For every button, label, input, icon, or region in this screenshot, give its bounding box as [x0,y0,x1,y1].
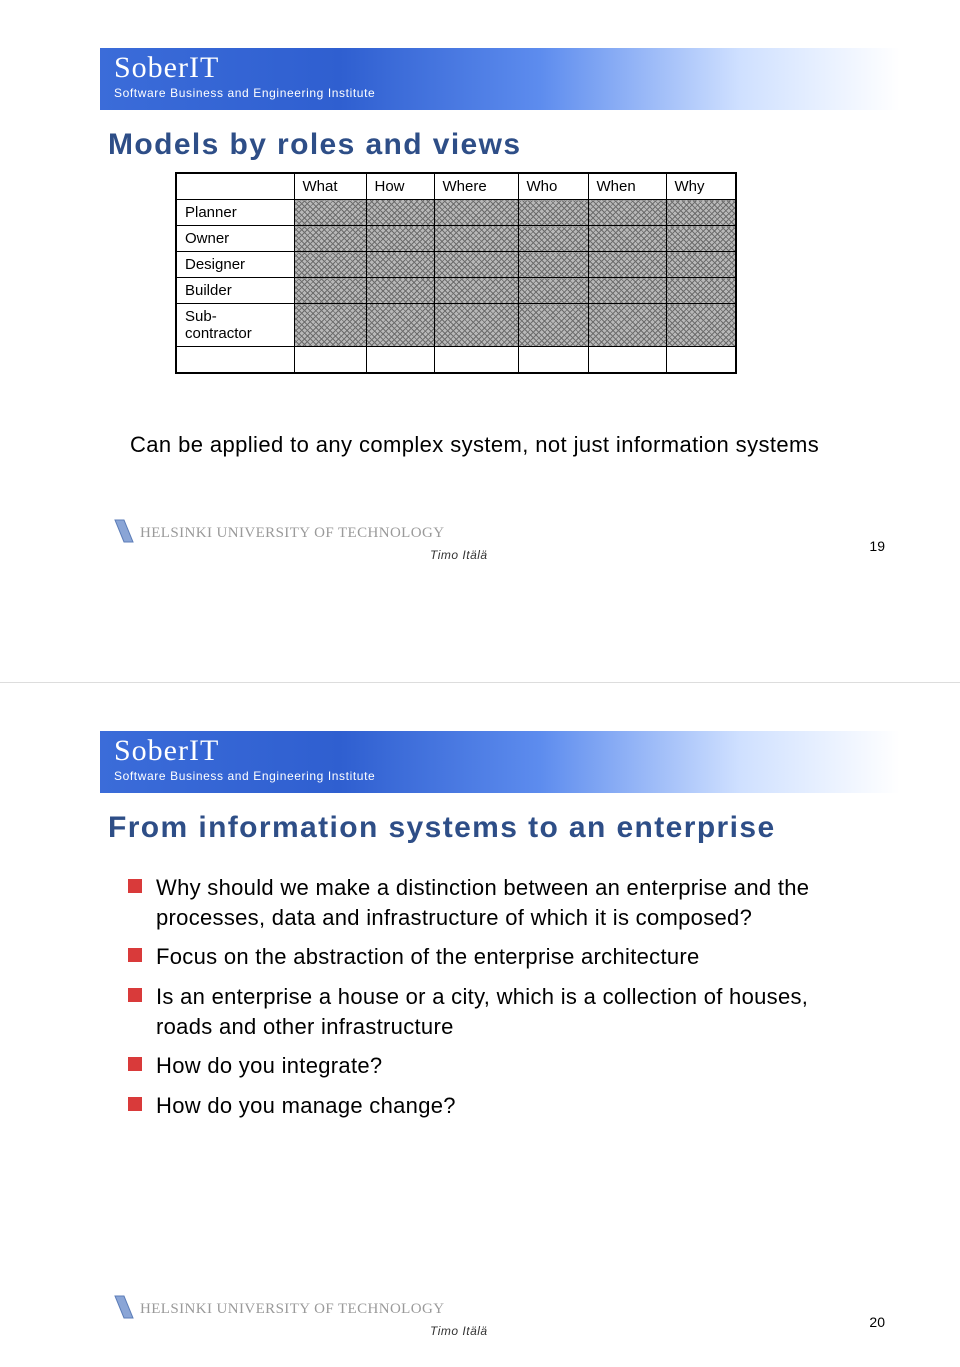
table-cell [434,347,518,373]
table-cell [666,347,736,373]
table-cell [588,278,666,304]
table-cell [666,252,736,278]
zachman-table: What How Where Who When Why Planner [175,172,737,374]
table-cell [666,278,736,304]
table-cell [588,226,666,252]
table-caption: Can be applied to any complex system, no… [130,430,840,460]
table-cell [294,347,366,373]
bullet-square-icon [128,988,142,1002]
table-cell [666,226,736,252]
table-cell [588,252,666,278]
table-row: Owner [176,226,736,252]
brand-title: SoberIT [114,52,886,84]
bullet-text: Why should we make a distinction between… [156,873,870,932]
brand-title: SoberIT [114,735,886,767]
table-row: Sub- contractor [176,304,736,347]
footer-university: HELSINKI UNIVERSITY OF TECHNOLOGY [140,525,444,542]
table-cell [434,252,518,278]
list-item: How do you manage change? [128,1091,870,1121]
table-cell [366,200,434,226]
bullet-text: Is an enterprise a house or a city, whic… [156,982,870,1041]
table-cell [666,304,736,347]
row-head-owner: Owner [176,226,294,252]
table-cell [176,347,294,373]
table-row-empty [176,347,736,373]
col-head-how: How [366,173,434,200]
footer-author: Timo Itälä [430,548,488,562]
col-head-when: When [588,173,666,200]
table-cell [294,226,366,252]
bullet-square-icon [128,948,142,962]
col-head-what: What [294,173,366,200]
table-header-row: What How Where Who When Why [176,173,736,200]
table-row: Designer [176,252,736,278]
col-head-why: Why [666,173,736,200]
table-cell [294,304,366,347]
header-bar: SoberIT Software Business and Engineerin… [100,731,900,793]
footer-university: HELSINKI UNIVERSITY OF TECHNOLOGY [140,1301,444,1318]
table-cell [294,278,366,304]
bullet-text: How do you manage change? [156,1091,870,1121]
slide-1: SoberIT Software Business and Engineerin… [0,0,960,683]
university-logo-icon [112,518,136,544]
col-head-who: Who [518,173,588,200]
table-cell [294,252,366,278]
col-head-where: Where [434,173,518,200]
row-head-builder: Builder [176,278,294,304]
table-cell [518,347,588,373]
list-item: Focus on the abstraction of the enterpri… [128,942,870,972]
table-cell [434,226,518,252]
bullet-square-icon [128,879,142,893]
table-cell [666,200,736,226]
footer-author: Timo Itälä [430,1324,488,1338]
bullet-square-icon [128,1097,142,1111]
table-cell [518,252,588,278]
brand-subtitle: Software Business and Engineering Instit… [114,769,886,785]
table-row: Planner [176,200,736,226]
table-cell [434,304,518,347]
list-item: Why should we make a distinction between… [128,873,870,932]
table-cell [366,347,434,373]
table-cell [518,226,588,252]
slide-title: Models by roles and views [108,128,521,162]
university-logo-icon [112,1294,136,1320]
row-head-subcontractor: Sub- contractor [176,304,294,347]
row-head-designer: Designer [176,252,294,278]
page-number: 19 [869,538,885,554]
table-cell [294,200,366,226]
table-cell [588,347,666,373]
table-cell [518,200,588,226]
table-row: Builder [176,278,736,304]
slide-title: From information systems to an enterpris… [108,811,776,845]
table-cell [366,278,434,304]
table-cell [588,304,666,347]
bullet-text: How do you integrate? [156,1051,870,1081]
slide-2: SoberIT Software Business and Engineerin… [0,683,960,1366]
table-cell [518,304,588,347]
bullet-square-icon [128,1057,142,1071]
table-cell [366,226,434,252]
page-number: 20 [869,1314,885,1330]
list-item: Is an enterprise a house or a city, whic… [128,982,870,1041]
table-cell [434,200,518,226]
row-head-planner: Planner [176,200,294,226]
table-cell [588,200,666,226]
bullet-text: Focus on the abstraction of the enterpri… [156,942,870,972]
header-bar: SoberIT Software Business and Engineerin… [100,48,900,110]
table-cell [434,278,518,304]
list-item: How do you integrate? [128,1051,870,1081]
bullet-list: Why should we make a distinction between… [128,873,870,1131]
table-cell [518,278,588,304]
table-cell [366,304,434,347]
table-cell [366,252,434,278]
brand-subtitle: Software Business and Engineering Instit… [114,86,886,102]
table-corner-cell [176,173,294,200]
